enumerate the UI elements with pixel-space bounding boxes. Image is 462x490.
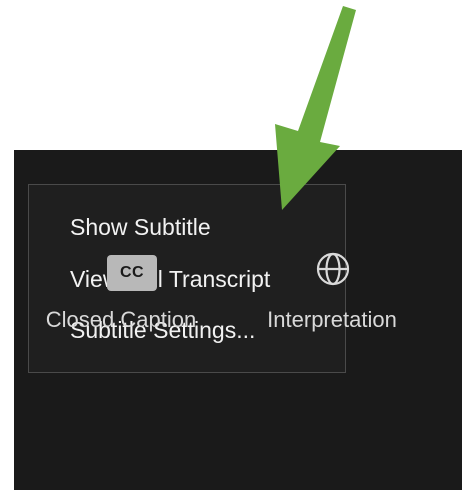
screenshot-stage: Show Subtitle View Full Transcript Subti… [0, 0, 462, 490]
cc-icon: CC [107, 255, 157, 291]
menu-item-show-subtitle[interactable]: Show Subtitle [70, 212, 211, 242]
closed-caption-label: Closed Caption [45, 307, 197, 332]
interpretation-label: Interpretation [267, 307, 397, 332]
globe-icon [316, 252, 350, 286]
closed-caption-button[interactable]: CC Closed Caption [28, 245, 214, 335]
interpretation-button[interactable]: Interpretation [242, 245, 422, 335]
